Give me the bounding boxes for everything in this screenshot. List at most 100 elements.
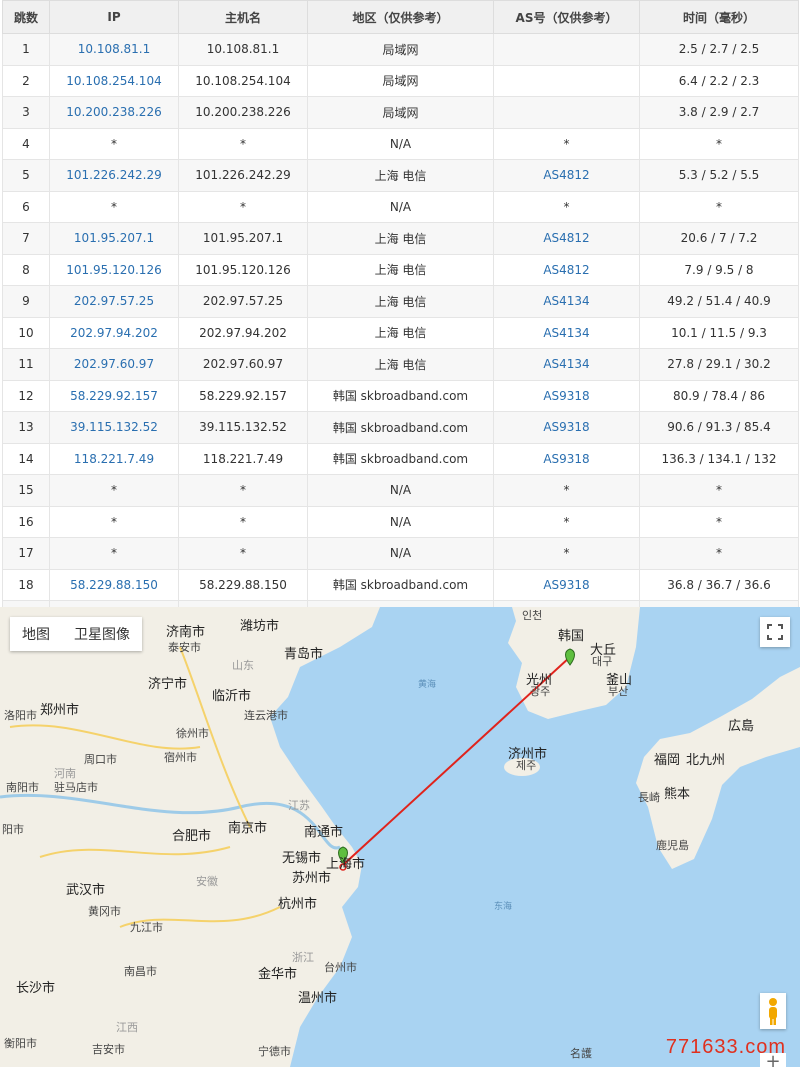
map-place-label: 上海市 xyxy=(326,857,366,872)
table-row: 7 101.95.207.1 101.95.207.1 上海 电信 AS4812 20.6… xyxy=(2,222,799,255)
as-link: * xyxy=(493,190,640,223)
ip-link[interactable]: 58.229.88.150 xyxy=(49,568,179,601)
hostname-cell: 58.229.92.157 xyxy=(178,379,308,412)
map-place-label: 济南市 xyxy=(166,625,206,640)
hostname-cell: 118.221.7.49 xyxy=(178,442,308,475)
region-cell: N/A xyxy=(307,537,494,570)
map-place-label: 南通市 xyxy=(304,825,344,840)
fullscreen-button[interactable] xyxy=(760,617,790,647)
ip-link: * xyxy=(49,190,179,223)
map-place-label: 徐州市 xyxy=(176,727,209,740)
hostname-cell: 101.95.207.1 xyxy=(178,222,308,255)
header-region: 地区（仅供参考） xyxy=(307,0,494,34)
hop-cell: 7 xyxy=(2,222,50,255)
map-place-label: 黄海 xyxy=(418,680,437,690)
ip-link[interactable]: 202.97.60.97 xyxy=(49,348,179,381)
as-link[interactable]: AS4812 xyxy=(493,222,640,255)
hop-cell: 10 xyxy=(2,316,50,349)
table-row: 16 * * N/A * * xyxy=(2,505,799,538)
hostname-cell: 101.95.120.126 xyxy=(178,253,308,286)
tab-satellite[interactable]: 卫星图像 xyxy=(62,617,142,651)
ip-link[interactable]: 39.115.132.52 xyxy=(49,411,179,444)
table-row: 1 10.108.81.1 10.108.81.1 局域网 2.5 / 2.7 / 2.… xyxy=(2,33,799,66)
street-view-button[interactable] xyxy=(760,993,786,1029)
region-cell: 韩国 skbroadband.com xyxy=(307,442,494,475)
hop-cell: 13 xyxy=(2,411,50,444)
tab-map[interactable]: 地图 xyxy=(10,617,62,651)
hop-cell: 11 xyxy=(2,348,50,381)
as-link xyxy=(493,33,640,66)
as-link[interactable]: AS4134 xyxy=(493,316,640,349)
as-link[interactable]: AS9318 xyxy=(493,411,640,444)
as-link[interactable]: AS9318 xyxy=(493,379,640,412)
time-cell: * xyxy=(639,474,799,507)
as-link[interactable]: AS4812 xyxy=(493,159,640,192)
ip-link[interactable]: 118.221.7.49 xyxy=(49,442,179,475)
as-link[interactable]: AS9318 xyxy=(493,442,640,475)
time-cell: 7.9 / 9.5 / 8 xyxy=(639,253,799,286)
map-place-label: 광주 xyxy=(530,685,551,698)
map-place-label: 连云港市 xyxy=(244,709,288,722)
time-cell: 36.8 / 36.7 / 36.6 xyxy=(639,568,799,601)
as-link[interactable]: AS4134 xyxy=(493,348,640,381)
map-place-label: 台州市 xyxy=(324,961,357,974)
region-cell: 上海 电信 xyxy=(307,253,494,286)
region-cell: N/A xyxy=(307,505,494,538)
as-link[interactable]: AS9318 xyxy=(493,568,640,601)
region-cell: N/A xyxy=(307,190,494,223)
map-place-label: 吉安市 xyxy=(92,1043,125,1056)
header-hop: 跳数 xyxy=(2,0,50,34)
map-place-label: 鹿児島 xyxy=(656,839,689,852)
map-place-label: 江苏 xyxy=(288,799,310,812)
region-cell: 韩国 skbroadband.com xyxy=(307,411,494,444)
watermark: 771633.com xyxy=(665,1036,786,1058)
map-place-label: 合肥市 xyxy=(172,829,212,844)
hop-cell: 16 xyxy=(2,505,50,538)
as-link[interactable]: AS4134 xyxy=(493,285,640,318)
ip-link[interactable]: 10.108.81.1 xyxy=(49,33,179,66)
time-cell: 3.8 / 2.9 / 2.7 xyxy=(639,96,799,129)
time-cell: 2.5 / 2.7 / 2.5 xyxy=(639,33,799,66)
table-row: 8 101.95.120.126 101.95.120.126 上海 电信 AS4812… xyxy=(2,253,799,286)
ip-link[interactable]: 202.97.94.202 xyxy=(49,316,179,349)
header-as: AS号（仅供参考） xyxy=(493,0,640,34)
header-time: 时间（毫秒） xyxy=(639,0,799,34)
table-row: 5 101.226.242.29 101.226.242.29 上海 电信 AS4812… xyxy=(2,159,799,192)
route-map[interactable]: 济南市 潍坊市 泰安市 山东 青岛市 济宁市 临沂市 郑州市 洛阳市 连云港市 徐州市 周口市 宿州市河… xyxy=(0,607,800,1067)
as-link: * xyxy=(493,474,640,507)
time-cell: 136.3 / 134.1 / 132 xyxy=(639,442,799,475)
region-cell: 局域网 xyxy=(307,64,494,97)
ip-link[interactable]: 101.95.207.1 xyxy=(49,222,179,255)
table-row: 18 58.229.88.150 58.229.88.150 韩国 skbroadba… xyxy=(2,568,799,601)
time-cell: * xyxy=(639,505,799,538)
hop-cell: 9 xyxy=(2,285,50,318)
ip-link[interactable]: 202.97.57.25 xyxy=(49,285,179,318)
map-place-label: 熊本 xyxy=(664,787,691,802)
pegman-icon xyxy=(769,998,777,1025)
hostname-cell: * xyxy=(178,537,308,570)
hostname-cell: * xyxy=(178,505,308,538)
map-place-label: 杭州市 xyxy=(278,897,318,912)
hostname-cell: * xyxy=(178,190,308,223)
map-place-label: 周口市 xyxy=(84,753,117,766)
map-place-label: 대구 xyxy=(592,655,613,668)
as-link: * xyxy=(493,127,640,160)
ip-link[interactable]: 58.229.92.157 xyxy=(49,379,179,412)
hostname-cell: 39.115.132.52 xyxy=(178,411,308,444)
map-place-label: 제주 xyxy=(516,759,537,772)
ip-link[interactable]: 10.108.254.104 xyxy=(49,64,179,97)
hostname-cell: 10.108.254.104 xyxy=(178,64,308,97)
ip-link[interactable]: 10.200.238.226 xyxy=(49,96,179,129)
hop-cell: 12 xyxy=(2,379,50,412)
map-place-label: 温州市 xyxy=(298,991,338,1006)
hop-cell: 2 xyxy=(2,64,50,97)
ip-link[interactable]: 101.226.242.29 xyxy=(49,159,179,192)
map-place-label: 安徽 xyxy=(196,875,218,888)
map-place-label: 无锡市 xyxy=(282,851,322,866)
table-row: 4 * * N/A * * xyxy=(2,127,799,160)
ip-link[interactable]: 101.95.120.126 xyxy=(49,253,179,286)
table-row: 2 10.108.254.104 10.108.254.104 局域网 6.4 / 2.… xyxy=(2,64,799,97)
map-place-label: 潍坊市 xyxy=(240,619,280,634)
as-link[interactable]: AS4812 xyxy=(493,253,640,286)
hop-cell: 18 xyxy=(2,568,50,601)
